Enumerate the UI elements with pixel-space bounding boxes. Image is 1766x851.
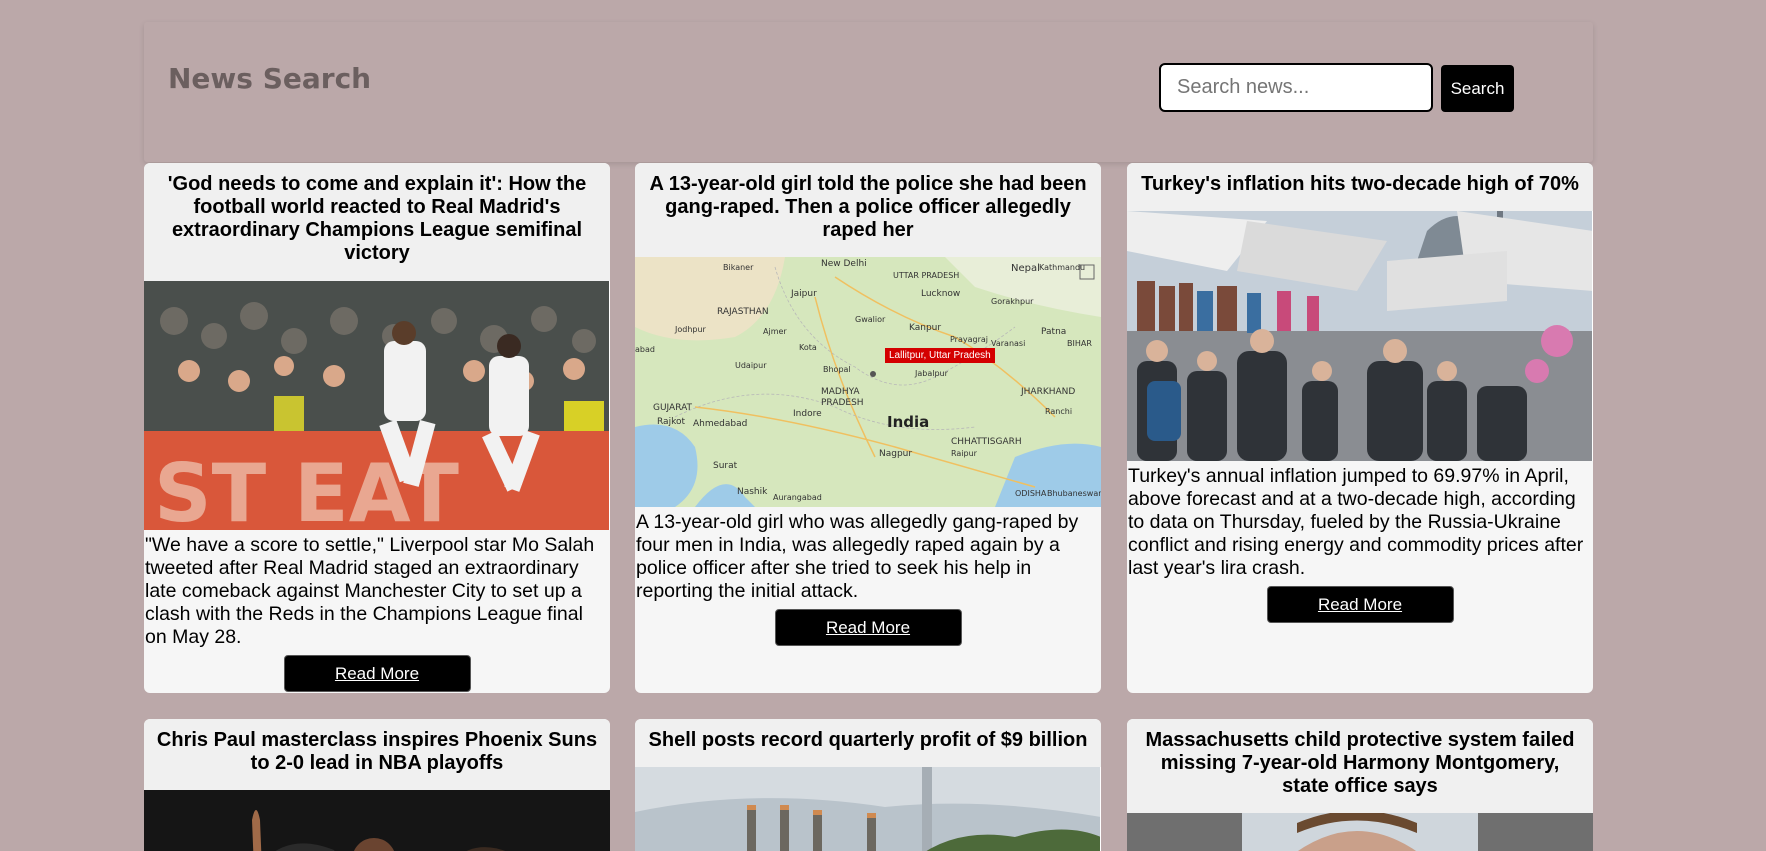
map-label: BIHAR	[1067, 339, 1092, 348]
news-card: Chris Paul masterclass inspires Phoenix …	[144, 719, 610, 851]
article-description: Turkey's annual inflation jumped to 69.9…	[1128, 465, 1584, 579]
news-card: 'God needs to come and explain it': How …	[144, 163, 610, 693]
map-label: Jabalpur	[915, 369, 948, 378]
map-label: New Delhi	[821, 259, 867, 269]
article-image: ST EAT	[144, 281, 610, 530]
search-input[interactable]	[1159, 63, 1433, 112]
article-title: Massachusetts child protective system fa…	[1127, 719, 1593, 813]
map-label: Kanpur	[909, 323, 942, 333]
map-label: CHHATTISGARH	[951, 437, 1022, 447]
map-fullscreen-icon[interactable]	[1080, 265, 1094, 279]
map-label: Ahmedabad	[693, 419, 748, 429]
map-label: abad	[635, 345, 655, 354]
news-card: Shell posts record quarterly profit of $…	[635, 719, 1101, 851]
map-label: Indore	[793, 409, 822, 419]
article-image	[144, 790, 610, 851]
map-label: Patna	[1041, 327, 1067, 337]
map-label: Surat	[713, 461, 738, 471]
read-more-button[interactable]: Read More	[283, 655, 471, 692]
read-more-button[interactable]: Read More	[774, 609, 962, 646]
site-title: News Search	[168, 62, 372, 95]
map-label: Lucknow	[921, 289, 961, 299]
map-label: Prayagraj	[950, 335, 989, 344]
header-bar: News Search Search	[144, 22, 1593, 162]
news-card: A 13-year-old girl told the police she h…	[635, 163, 1101, 693]
article-description: A 13-year-old girl who was allegedly gan…	[636, 511, 1079, 602]
map-label: Kathmandu	[1039, 263, 1086, 272]
map-image[interactable]: Bikaner New Delhi UTTAR PRADESH Nepal Ka…	[635, 257, 1101, 507]
map-label: Kota	[799, 343, 817, 352]
map-label: MADHYA	[821, 387, 860, 397]
map-label: GUJARAT	[653, 403, 693, 413]
article-title: Shell posts record quarterly profit of $…	[635, 719, 1101, 767]
map-label: Bhubaneswar	[1047, 489, 1101, 498]
article-description: "We have a score to settle," Liverpool s…	[145, 534, 595, 648]
map-location-pin[interactable]: Lallitpur, Uttar Pradesh	[885, 348, 995, 363]
map-label: JHARKHAND	[1021, 387, 1076, 397]
map-label: Ajmer	[763, 327, 787, 336]
news-card: Massachusetts child protective system fa…	[1127, 719, 1593, 851]
map-label: Gwalior	[855, 315, 886, 324]
news-card: Turkey's inflation hits two-decade high …	[1127, 163, 1593, 693]
search-button[interactable]: Search	[1441, 65, 1514, 112]
article-image	[1127, 813, 1593, 851]
map-label: Nepal	[1011, 263, 1040, 274]
article-title: Turkey's inflation hits two-decade high …	[1127, 163, 1593, 211]
map-label: ODISHA	[1015, 489, 1047, 498]
map-label: PRADESH	[821, 398, 864, 408]
map-label: Bhopal	[823, 365, 851, 374]
map-label: Varanasi	[991, 339, 1026, 348]
article-title: A 13-year-old girl told the police she h…	[635, 163, 1101, 257]
map-label: Rajkot	[657, 417, 685, 427]
map-label: Udaipur	[735, 361, 767, 370]
article-image	[1127, 211, 1593, 461]
map-label: Nagpur	[879, 449, 913, 459]
map-label: Jaipur	[791, 289, 817, 299]
map-label: Nashik	[737, 487, 768, 497]
map-label: India	[887, 413, 930, 431]
map-label: Ranchi	[1045, 407, 1073, 416]
map-label: Bikaner	[723, 263, 754, 272]
read-more-button[interactable]: Read More	[1266, 586, 1454, 623]
map-label: RAJASTHAN	[717, 307, 769, 317]
article-title: 'God needs to come and explain it': How …	[144, 163, 610, 281]
article-title: Chris Paul masterclass inspires Phoenix …	[144, 719, 610, 790]
article-image	[635, 767, 1101, 851]
map-label: Jodhpur	[675, 325, 706, 334]
map-label: Gorakhpur	[991, 297, 1034, 306]
map-label: UTTAR PRADESH	[893, 271, 960, 280]
map-label: Aurangabad	[773, 493, 822, 502]
map-label: Raipur	[951, 449, 977, 458]
